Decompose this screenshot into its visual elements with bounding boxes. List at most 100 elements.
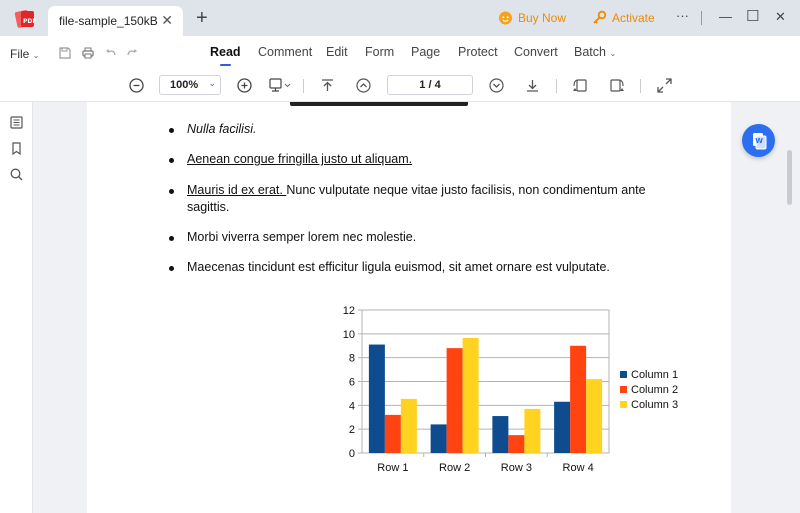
buy-now-label: Buy Now xyxy=(518,10,567,25)
x-tick-label: Row 2 xyxy=(439,462,470,474)
last-page-icon[interactable] xyxy=(524,77,541,94)
buy-now-button[interactable]: Buy Now xyxy=(498,10,566,25)
rotate-left-icon[interactable] xyxy=(572,77,589,94)
tab-protect[interactable]: Protect xyxy=(458,45,498,59)
file-menu-label: File xyxy=(10,47,30,61)
previous-page-icon[interactable] xyxy=(355,77,372,94)
bullet-icon xyxy=(169,266,174,271)
bar xyxy=(368,344,385,453)
page-number-input[interactable]: 1 / 4 xyxy=(387,75,473,95)
bar xyxy=(492,416,509,453)
active-tab-indicator xyxy=(220,64,231,66)
ai-assistant-button[interactable]: W xyxy=(742,124,775,157)
print-icon[interactable] xyxy=(81,46,95,60)
zoom-select[interactable]: 100% ⌄ xyxy=(159,75,221,95)
legend-swatch xyxy=(620,386,627,393)
document-tab[interactable]: file-sample_150kB ✕ xyxy=(48,6,183,36)
bullet-icon xyxy=(169,128,174,133)
bookmark-icon[interactable] xyxy=(9,141,24,156)
tab-convert[interactable]: Convert xyxy=(514,45,558,59)
bullet-link[interactable]: Aenean congue fringilla justo ut aliquam… xyxy=(187,152,412,166)
left-sidebar xyxy=(0,102,33,513)
chevron-down-icon: ⌄ xyxy=(32,51,40,60)
x-tick-label: Row 1 xyxy=(377,462,408,474)
list-item: Maecenas tincidunt est efficitur ligula … xyxy=(169,259,687,276)
y-tick-label: 0 xyxy=(349,448,355,460)
document-viewer[interactable]: Nulla facilisi. Aenean congue fringilla … xyxy=(33,102,800,513)
bar-chart: 0 2 4 6 8 10 12 Row 1 Row 2 Row 3 Row 4 Column 1 Col… xyxy=(343,305,678,474)
bar xyxy=(570,345,587,453)
zoom-in-icon[interactable] xyxy=(236,77,253,94)
save-icon[interactable] xyxy=(58,46,72,60)
more-options-button[interactable]: ··· xyxy=(676,8,689,23)
redo-icon[interactable] xyxy=(125,46,139,60)
bar xyxy=(400,398,417,453)
toolbar-separator xyxy=(640,79,641,93)
clipped-heading-text xyxy=(290,102,468,106)
close-window-button[interactable]: ✕ xyxy=(775,9,786,25)
bullet-text: Morbi viverra semper lorem nec molestie. xyxy=(187,230,417,244)
titlebar-separator xyxy=(701,11,702,25)
fullscreen-icon[interactable] xyxy=(656,77,673,94)
first-page-icon[interactable] xyxy=(319,77,336,94)
bullet-text: Maecenas tincidunt est efficitur ligula … xyxy=(187,260,610,274)
search-icon[interactable] xyxy=(9,167,24,182)
y-tick-label: 12 xyxy=(343,305,355,317)
maximize-button[interactable]: ☐ xyxy=(746,7,759,25)
reading-mode-icon[interactable] xyxy=(268,77,292,94)
next-page-icon[interactable] xyxy=(488,77,505,94)
legend-label: Column 1 xyxy=(631,369,678,381)
toolbar-separator xyxy=(556,79,557,93)
bar xyxy=(554,401,571,453)
tab-batch[interactable]: Batch ⌄ xyxy=(574,45,616,59)
activate-label: Activate xyxy=(612,10,655,25)
bullet-link[interactable]: Mauris id ex erat. xyxy=(187,183,286,197)
chevron-down-icon: ⌄ xyxy=(609,49,617,58)
svg-text:W: W xyxy=(755,137,763,145)
list-item: Aenean congue fringilla justo ut aliquam… xyxy=(169,151,687,168)
tab-close-icon[interactable]: ✕ xyxy=(161,12,173,29)
file-menu-button[interactable]: File ⌄ xyxy=(10,47,39,61)
tab-comment[interactable]: Comment xyxy=(258,45,312,59)
tab-title: file-sample_150kB xyxy=(59,14,158,28)
y-tick-label: 8 xyxy=(349,353,355,365)
activate-button[interactable]: Activate xyxy=(592,10,655,25)
bar xyxy=(384,414,401,453)
rotate-right-icon[interactable] xyxy=(608,77,625,94)
menu-bar: File ⌄ Read Comment Edit Form Page Prote… xyxy=(0,36,800,70)
thumbnails-icon[interactable] xyxy=(9,115,24,130)
vertical-scrollbar[interactable] xyxy=(787,150,792,205)
y-tick-label: 6 xyxy=(349,377,355,389)
bullet-icon xyxy=(169,189,174,194)
bullet-icon xyxy=(169,236,174,241)
title-bar: PDF file-sample_150kB ✕ + Buy Now Activa… xyxy=(0,0,800,36)
page-indicator: 1 / 4 xyxy=(419,79,441,91)
tab-edit[interactable]: Edit xyxy=(326,45,348,59)
tab-page[interactable]: Page xyxy=(411,45,440,59)
tab-read-label: Read xyxy=(210,45,241,59)
x-tick-label: Row 3 xyxy=(501,462,532,474)
chevron-down-icon: ⌄ xyxy=(208,78,216,88)
bullet-icon xyxy=(169,158,174,163)
legend-swatch xyxy=(620,401,627,408)
legend-label: Column 3 xyxy=(631,399,678,411)
undo-icon[interactable] xyxy=(104,46,118,60)
y-tick-label: 4 xyxy=(349,400,355,412)
bar xyxy=(446,348,463,453)
y-tick-label: 10 xyxy=(343,329,355,341)
svg-text:PDF: PDF xyxy=(23,18,36,25)
bar xyxy=(430,424,447,453)
toolbar-separator xyxy=(303,79,304,93)
pdf-page: Nulla facilisi. Aenean congue fringilla … xyxy=(87,102,731,513)
tab-form[interactable]: Form xyxy=(365,45,394,59)
zoom-value: 100% xyxy=(170,79,199,91)
zoom-out-icon[interactable] xyxy=(128,77,145,94)
word-convert-icon: W xyxy=(753,133,767,150)
list-item: Nulla facilisi. xyxy=(169,121,687,138)
view-toolbar: 100% ⌄ 1 / 4 xyxy=(0,70,800,102)
new-tab-button[interactable]: + xyxy=(196,7,208,30)
tab-read[interactable]: Read xyxy=(210,45,241,66)
y-tick-label: 2 xyxy=(349,424,355,436)
minimize-button[interactable]: — xyxy=(719,9,732,24)
app-logo-icon: PDF xyxy=(14,10,36,28)
